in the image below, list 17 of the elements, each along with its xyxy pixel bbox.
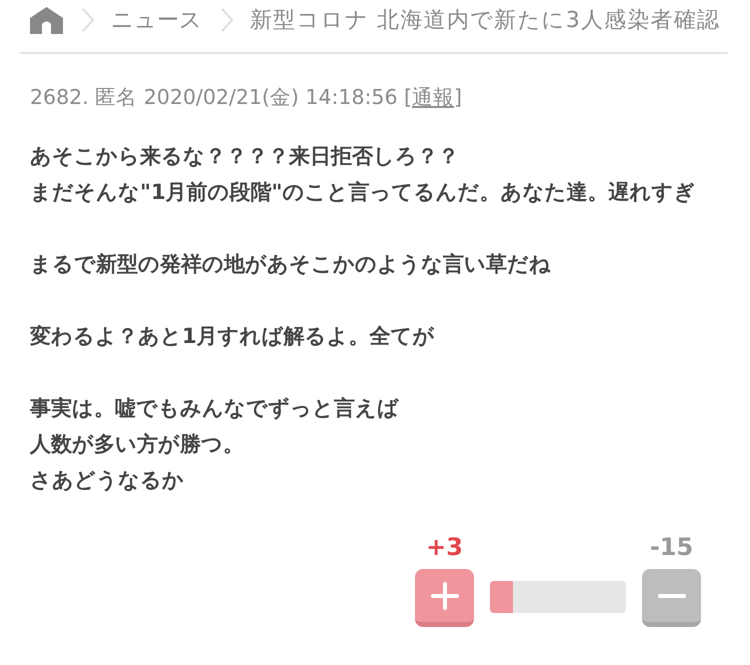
comment-paragraph: あそこから来るな？？？？来日拒否しろ？？ まだそんな"1月前の段階"のこと言ってるんだ。あなた達。遅れすぎ — [30, 143, 696, 206]
comment-meta: 2682. 匿名 2020/02/21(金) 14:18:56 [通報] — [30, 84, 462, 110]
report-link[interactable]: 通報 — [412, 85, 454, 109]
comment-paragraph: 事実は。嘘でもみんなでずっと言えば 人数が多い方が勝つ。 さあどうなるか — [30, 395, 399, 494]
minus-icon — [658, 594, 686, 598]
chevron-right-icon — [82, 8, 94, 32]
comment-paragraph: まるで新型の発祥の地があそこかのような言い草だね — [30, 251, 551, 278]
breadcrumb-item[interactable]: ニュース — [111, 5, 202, 35]
downvote-count: -15 — [650, 533, 694, 561]
downvote-button[interactable] — [642, 569, 701, 627]
upvote-button[interactable] — [415, 569, 474, 627]
plus-icon — [430, 582, 458, 610]
home-icon[interactable] — [30, 6, 63, 34]
comment-paragraph: 変わるよ？あと1月すれば解るよ。全てが — [30, 323, 435, 350]
chevron-right-icon — [221, 8, 233, 32]
breadcrumb-item: 新型コロナ 北海道内で新たに3人感染者確認 — [250, 7, 720, 35]
upvote-count: +3 — [426, 533, 463, 561]
